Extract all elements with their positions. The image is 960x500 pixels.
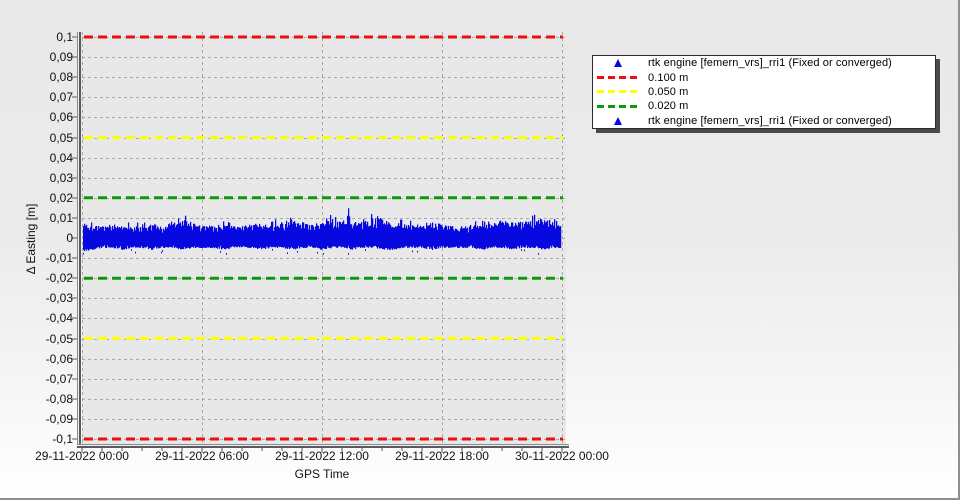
triangle-marker-glyph: [614, 116, 622, 125]
legend-item-label: rtk engine [femern_vrs]_rri1 (Fixed or c…: [648, 57, 892, 70]
yellow-dashed-line-icon: [595, 90, 641, 94]
y-tick-label: -0,05: [45, 331, 73, 346]
dashed-line-glyph: [597, 76, 639, 80]
triangle-marker-icon: [595, 116, 641, 125]
triangle-marker-icon: [595, 59, 641, 68]
legend-item-label: 0.050 m: [648, 85, 689, 98]
legend-item-label: rtk engine [femern_vrs]_rri1 (Fixed or c…: [648, 114, 892, 127]
y-tick-label: -0,08: [45, 391, 73, 406]
x-tick-label: 29-11-2022 00:00: [35, 449, 129, 463]
legend-item: 0.100 m: [593, 70, 935, 84]
legend-box: rtk engine [femern_vrs]_rri1 (Fixed or c…: [592, 55, 936, 129]
x-axis-title: GPS Time: [294, 467, 350, 481]
y-tick-label: 0,08: [49, 70, 73, 85]
y-tick-label: -0,03: [45, 291, 73, 306]
y-tick-label: -0,07: [45, 371, 73, 386]
y-axis-title: Δ Easting [m]: [24, 203, 38, 275]
legend-item: rtk engine [femern_vrs]_rri1 (Fixed or c…: [593, 56, 935, 70]
dashed-line-glyph: [597, 90, 639, 94]
y-tick-label: 0,09: [49, 50, 73, 65]
legend-item-label: 0.020 m: [648, 100, 689, 113]
y-tick-label: -0,06: [45, 351, 73, 366]
triangle-marker-glyph: [614, 59, 622, 68]
y-tick-label: -0,09: [45, 411, 73, 426]
chart-window: 0,1 0,09 0,08 0,07 0,06 0,05 0,04 0,03 0,02 0,01 0…: [0, 0, 960, 500]
legend-item-label: 0.100 m: [648, 71, 689, 84]
y-tick-label: -0,1: [52, 432, 73, 446]
y-tick-label: -0,04: [45, 311, 73, 326]
x-tick-label: 30-11-2022 00:00: [515, 449, 609, 463]
x-tick-label: 29-11-2022 06:00: [155, 449, 249, 463]
y-tick-label: 0,1: [56, 30, 73, 44]
y-tick-label: 0,05: [49, 130, 73, 145]
legend-item: rtk engine [femern_vrs]_rri1 (Fixed or c…: [593, 114, 935, 128]
green-dashed-line-icon: [595, 104, 641, 108]
legend-item: 0.050 m: [593, 85, 935, 99]
x-tick-label: 29-11-2022 12:00: [275, 449, 369, 463]
x-tick-label: 29-11-2022 18:00: [395, 449, 489, 463]
red-dashed-line-icon: [595, 76, 641, 80]
dashed-line-glyph: [597, 104, 639, 108]
legend-item: 0.020 m: [593, 99, 935, 113]
y-tick-label: 0,04: [49, 150, 73, 165]
y-tick-label: 0,03: [49, 170, 73, 185]
y-tick-label: 0,07: [49, 90, 73, 105]
y-tick-label: 0,06: [49, 110, 73, 125]
